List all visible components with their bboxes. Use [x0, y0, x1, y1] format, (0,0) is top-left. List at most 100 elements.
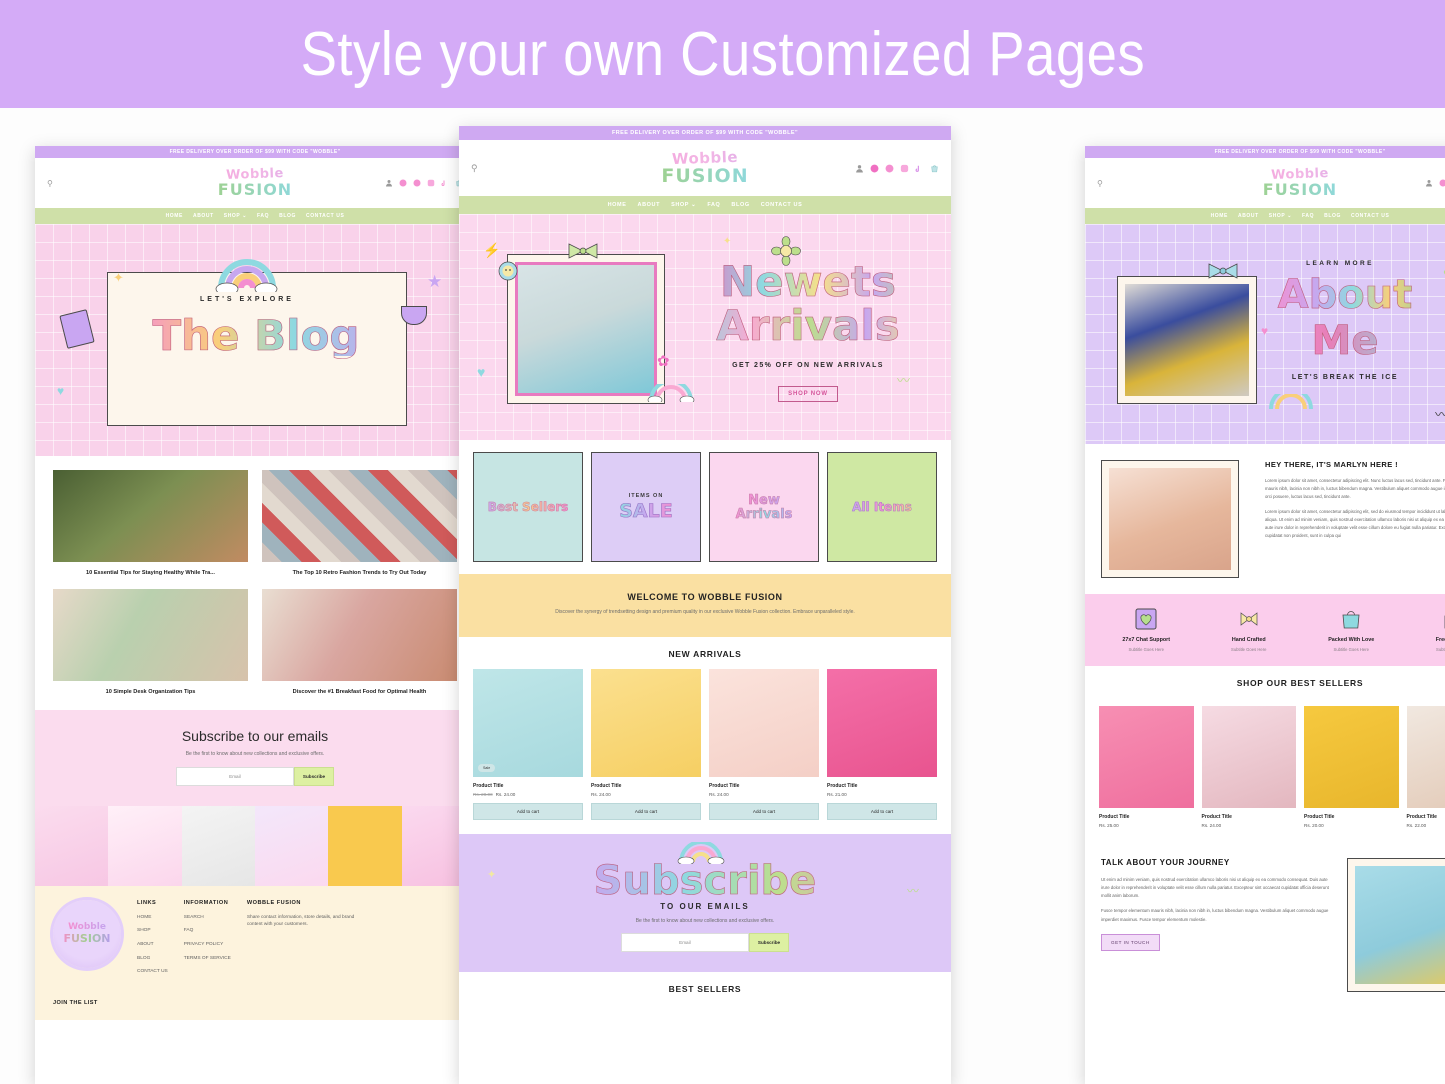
subscribe-button[interactable]: Subscribe — [748, 933, 790, 952]
home-hero: ⚡ ♥ ✿ Newets Arrivals GET 25% OFF ON NEW… — [459, 214, 951, 440]
product-image: Sale — [473, 668, 583, 777]
search-icon[interactable]: ⚲ — [47, 179, 53, 188]
instagram-tile[interactable] — [181, 805, 255, 886]
pinterest-icon[interactable] — [885, 164, 894, 173]
nav-item-blog[interactable]: BLOG — [1324, 213, 1341, 219]
footer-information-heading: INFORMATION — [183, 899, 229, 906]
facebook-icon[interactable] — [1439, 179, 1445, 187]
nav-item-blog[interactable]: BLOG — [279, 213, 296, 219]
nav-item-home[interactable]: HOME — [608, 202, 627, 208]
email-input[interactable]: Email — [175, 766, 294, 786]
subscribe-button[interactable]: Subscribe — [293, 766, 335, 786]
category-tile-new-arrivals[interactable]: New Arrivals — [709, 452, 819, 562]
instagram-icon[interactable] — [900, 164, 909, 173]
nav-item-contact[interactable]: CONTACT US — [306, 213, 344, 219]
facebook-icon[interactable] — [870, 164, 879, 173]
facebook-icon[interactable] — [399, 179, 407, 187]
add-to-cart-button[interactable]: Add to cart — [827, 802, 937, 820]
category-tile-best-sellers[interactable]: Best Sellers — [473, 452, 583, 562]
tiktok-icon[interactable] — [441, 179, 449, 187]
footer-link-privacy[interactable]: PRIVACY POLICY — [184, 941, 231, 949]
about-page-mockup[interactable]: FREE DELIVERY OVER ORDER OF $99 WITH COD… — [1085, 146, 1445, 1084]
feature-subtitle: Subtitle Goes Here — [1231, 647, 1267, 652]
category-tile-sale[interactable]: ITEMS ON SALE — [591, 452, 701, 562]
add-to-cart-button[interactable]: Add to cart — [709, 802, 819, 820]
cart-icon[interactable] — [930, 164, 939, 173]
footer-link-contact[interactable]: CONTACT US — [137, 968, 168, 976]
footer-links-column: LINKS HOME SHOP ABOUT BLOG CONTACT US — [137, 900, 168, 982]
nav-item-shop[interactable]: SHOP ⌄ — [671, 202, 696, 208]
blog-post-title: 10 Simple Desk Organization Tips — [105, 689, 196, 696]
product-card[interactable]: Product Title Rs. 24.00 Add to cart — [591, 668, 701, 820]
nav-item-faq[interactable]: FAQ — [257, 213, 269, 219]
shop-now-button[interactable]: SHOP NOW — [778, 386, 838, 402]
site-logo[interactable]: Wobble FUSION — [1085, 166, 1445, 199]
rainbow-icon — [647, 379, 695, 405]
footer-link-terms[interactable]: TERMS OF SERVICE — [184, 955, 231, 963]
account-icon[interactable] — [1425, 179, 1433, 187]
blog-post-card[interactable]: Discover the #1 Breakfast Food for Optim… — [262, 589, 457, 696]
nav-item-blog[interactable]: BLOG — [731, 202, 749, 208]
nav-item-about[interactable]: ABOUT — [638, 202, 661, 208]
tiktok-icon[interactable] — [915, 164, 924, 173]
product-image — [591, 668, 701, 777]
instagram-tile[interactable] — [35, 805, 109, 886]
footer-link-search[interactable]: SEARCH — [184, 914, 231, 922]
nav-item-shop[interactable]: SHOP ⌄ — [1269, 213, 1292, 219]
instagram-icon[interactable] — [427, 179, 435, 187]
footer-link-shop[interactable]: SHOP — [137, 927, 168, 935]
journey-paragraph-1: Ut enim ad minim veniam, quis nostrud ex… — [1101, 877, 1329, 899]
add-to-cart-button[interactable]: Add to cart — [473, 802, 583, 820]
nav-item-about[interactable]: ABOUT — [193, 213, 214, 219]
about-hero-subtitle: LET'S BREAK THE ICE — [1291, 374, 1399, 381]
nav-item-home[interactable]: HOME — [166, 213, 183, 219]
product-card[interactable]: Product Title Rs. 21.00 Add to cart — [827, 668, 937, 820]
product-card[interactable]: Product Title Rs. 24.00 — [1201, 706, 1296, 828]
about-hero-photo — [1125, 284, 1249, 396]
nav-item-contact[interactable]: CONTACT US — [1351, 213, 1389, 219]
search-icon[interactable]: ⚲ — [1097, 179, 1103, 188]
product-card[interactable]: Product Title Rs. 22.00 — [1406, 706, 1445, 828]
blog-page-mockup[interactable]: FREE DELIVERY OVER ORDER OF $99 WITH COD… — [35, 146, 475, 1084]
account-icon[interactable] — [855, 164, 864, 173]
header-icon-group — [1425, 179, 1445, 187]
nav-item-faq[interactable]: FAQ — [707, 202, 720, 208]
header-icon-group — [855, 164, 939, 173]
blog-post-card[interactable]: 10 Simple Desk Organization Tips — [53, 589, 248, 696]
blog-post-card[interactable]: 10 Essential Tips for Staying Healthy Wh… — [53, 470, 248, 577]
product-card[interactable]: Product Title Rs. 24.00 Add to cart — [709, 668, 819, 820]
journey-heading: TALK ABOUT YOUR JOURNEY — [1101, 858, 1230, 867]
product-card[interactable]: Product Title Rs. 20.00 — [1304, 706, 1399, 828]
new-arrivals-heading: NEW ARRIVALS — [668, 648, 742, 659]
footer-link-about[interactable]: ABOUT — [137, 941, 168, 949]
home-page-mockup[interactable]: FREE DELIVERY OVER ORDER OF $99 WITH COD… — [459, 126, 951, 1084]
nav-item-home[interactable]: HOME — [1211, 213, 1228, 219]
instagram-tile[interactable] — [328, 805, 402, 886]
nav-item-faq[interactable]: FAQ — [1302, 213, 1314, 219]
pinterest-icon[interactable] — [413, 179, 421, 187]
nav-item-shop[interactable]: SHOP ⌄ — [224, 213, 247, 219]
search-icon[interactable]: ⚲ — [471, 163, 478, 174]
instagram-tile[interactable] — [108, 805, 182, 886]
nav-item-contact[interactable]: CONTACT US — [761, 202, 803, 208]
nav-item-about[interactable]: ABOUT — [1238, 213, 1259, 219]
product-card[interactable]: Product Title Rs. 25.00 — [1099, 706, 1194, 828]
footer-link-blog[interactable]: BLOG — [137, 955, 168, 963]
add-to-cart-button[interactable]: Add to cart — [591, 802, 701, 820]
heart-icon: ♥ — [477, 364, 486, 380]
footer-link-faq[interactable]: FAQ — [184, 927, 231, 935]
product-sale-price: Rs. 24.00 — [495, 791, 516, 797]
site-header: ⚲ Wobble FUSION — [459, 140, 951, 196]
account-icon[interactable] — [385, 179, 393, 187]
product-card[interactable]: Sale Product Title Rs. 28.00 Rs. 24.00 Ad… — [473, 668, 583, 820]
footer-links-heading: LINKS — [137, 899, 157, 906]
rainbow-icon — [215, 259, 278, 292]
footer-link-home[interactable]: HOME — [137, 914, 168, 922]
blog-post-card[interactable]: The Top 10 Retro Fashion Trends to Try O… — [262, 470, 457, 577]
site-header: ⚲ Wobble FUSION — [1085, 158, 1445, 208]
instagram-tile[interactable] — [254, 805, 329, 886]
get-in-touch-button[interactable]: GET IN TOUCH — [1101, 933, 1160, 951]
header-icon-group — [385, 179, 463, 187]
email-input[interactable]: Email — [620, 933, 749, 952]
category-tile-all-items[interactable]: All Items — [827, 452, 937, 562]
